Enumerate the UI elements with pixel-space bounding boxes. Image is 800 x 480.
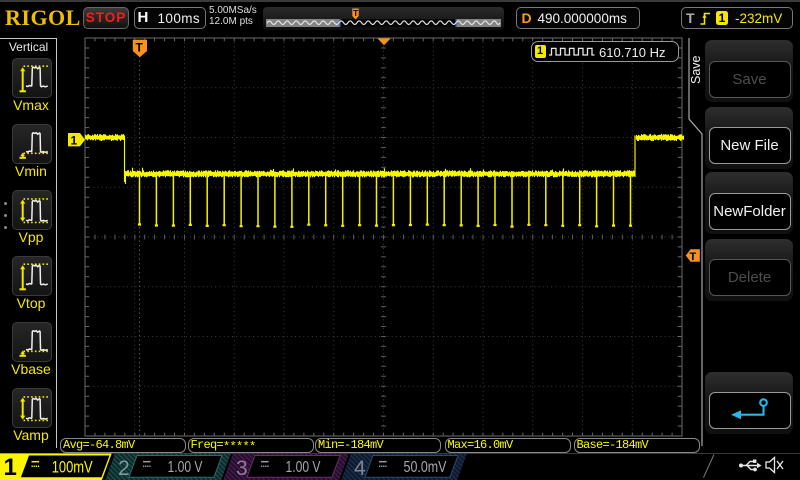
svg-text:1.00 V: 1.00 V (286, 459, 321, 476)
svg-text:100mV: 100mV (52, 458, 93, 477)
svg-text:1: 1 (4, 454, 17, 480)
svg-text:50.0mV: 50.0mV (404, 459, 447, 476)
svg-text:1.00 V: 1.00 V (168, 459, 203, 476)
svg-text:4: 4 (354, 457, 366, 480)
svg-text:3: 3 (236, 457, 248, 480)
svg-text:2: 2 (118, 457, 130, 480)
